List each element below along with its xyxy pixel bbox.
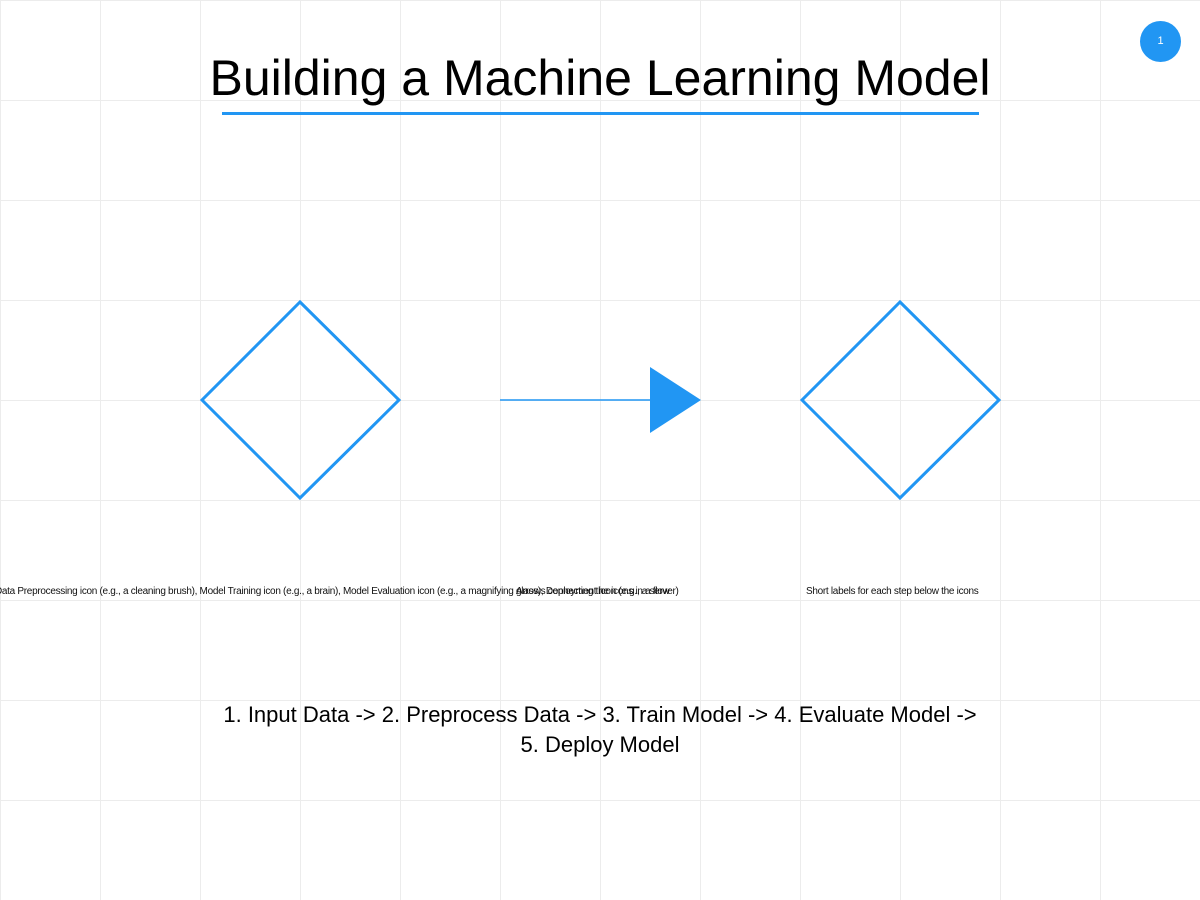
- slide-page: Building a Machine Learning Model 1 Data…: [0, 0, 1200, 900]
- diamond-left-shape: [199, 299, 402, 501]
- flow-steps: 1. Input Data -> 2. Preprocess Data -> 3…: [150, 700, 1050, 760]
- flow-steps-line-1: 1. Input Data -> 2. Preprocess Data -> 3…: [223, 702, 977, 727]
- arrow-head: [650, 367, 701, 433]
- diamond-right-shape: [799, 299, 1002, 501]
- caption-right: Short labels for each step below the ico…: [806, 586, 979, 597]
- flow-diagram: [199, 299, 1002, 501]
- flow-steps-line-2: 5. Deploy Model: [520, 732, 680, 757]
- caption-middle: Arrows connecting the icons in a flow: [516, 586, 670, 597]
